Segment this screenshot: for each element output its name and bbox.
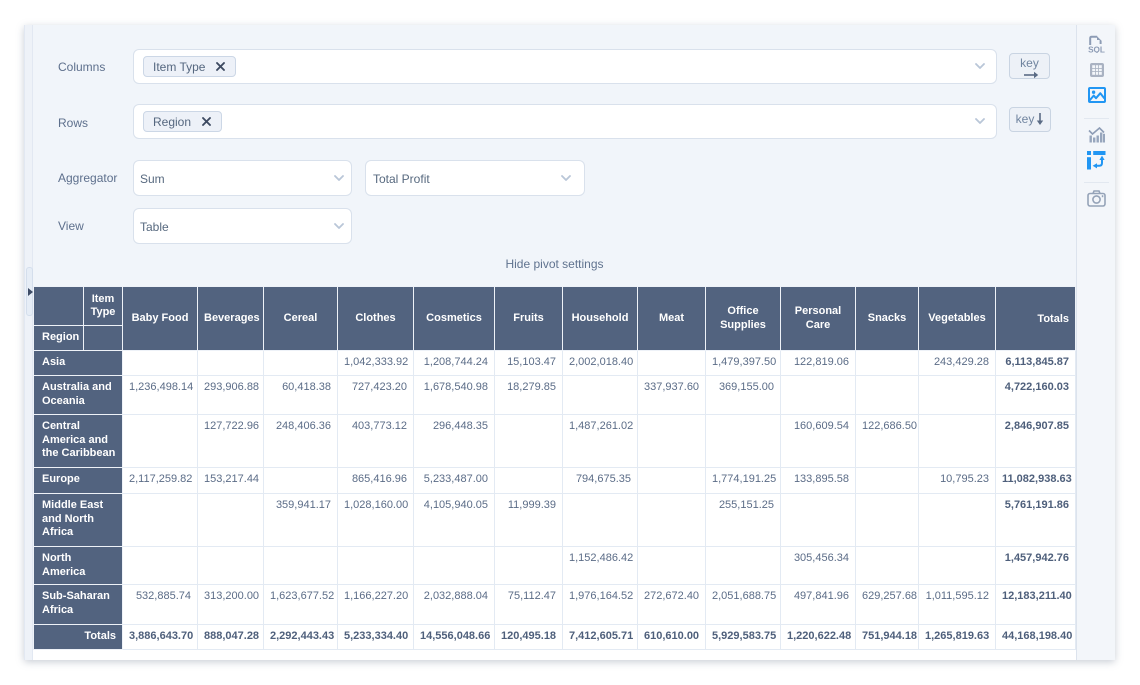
svg-text:SQL: SQL bbox=[1088, 45, 1105, 53]
